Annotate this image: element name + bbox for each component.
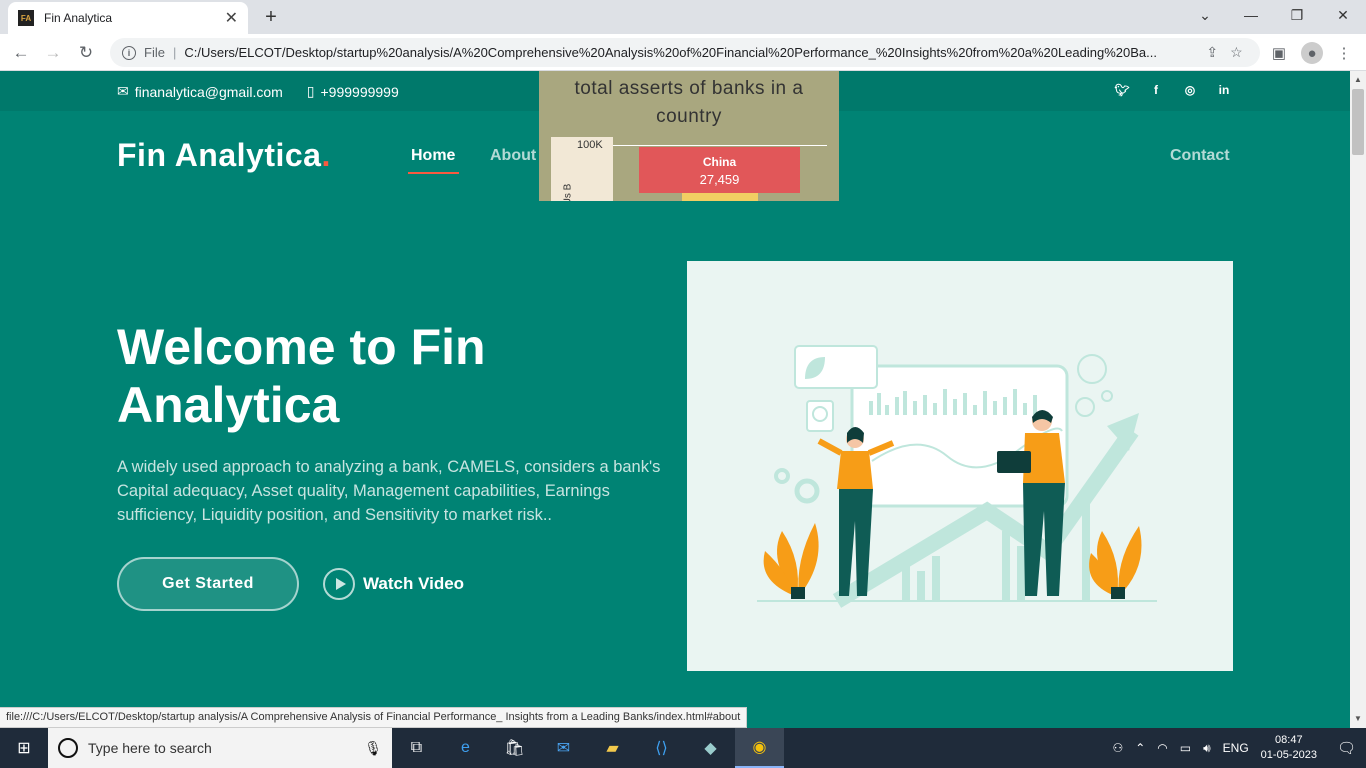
battery-icon[interactable]: ▭ xyxy=(1180,741,1191,755)
people-icon[interactable]: ⚇ xyxy=(1112,741,1123,755)
file-explorer-icon[interactable]: ▰ xyxy=(588,728,637,768)
grid-line xyxy=(613,145,827,146)
windows-taskbar: ⊞ Type here to search 🎙︎ ⧉ e 🛍︎ ✉ ▰ ⟨⟩ ◆… xyxy=(0,728,1366,768)
share-icon[interactable]: ⇪ xyxy=(1206,44,1218,61)
info-icon[interactable]: i xyxy=(122,45,136,60)
link-status-bar: file:///C:/Users/ELCOT/Desktop/startup a… xyxy=(0,707,748,728)
watch-video-label: Watch Video xyxy=(363,574,465,593)
url-text[interactable]: C:/Users/ELCOT/Desktop/startup%20analysi… xyxy=(184,45,1194,60)
side-panel-icon[interactable]: ▣ xyxy=(1268,42,1290,64)
play-icon xyxy=(323,568,355,600)
nav-about-link[interactable]: About xyxy=(490,147,536,165)
clock-time: 08:47 xyxy=(1275,734,1303,746)
profile-avatar[interactable]: ● xyxy=(1301,42,1323,64)
windows-start-icon[interactable]: ⊞ xyxy=(0,728,48,768)
app-icon[interactable]: ◆ xyxy=(686,728,735,768)
y-tick-label: 100K xyxy=(577,139,603,151)
envelope-icon: ✉ xyxy=(117,83,129,99)
favicon-icon: FA xyxy=(18,10,34,26)
mail-icon[interactable]: ✉ xyxy=(539,728,588,768)
watch-video-button[interactable]: Watch Video xyxy=(323,568,464,600)
new-tab-button[interactable]: + xyxy=(258,4,284,30)
reload-icon[interactable]: ↻ xyxy=(73,40,99,66)
clock-date: 01-05-2023 xyxy=(1260,749,1317,761)
twitter-icon[interactable]: 🐦︎ xyxy=(1114,83,1129,97)
site-logo[interactable]: Fin Analytica. xyxy=(117,137,331,174)
facebook-icon[interactable]: f xyxy=(1149,83,1163,97)
phone-icon: ▯ xyxy=(306,83,315,99)
browser-tab[interactable]: FA Fin Analytica ✕ xyxy=(8,2,248,34)
clock[interactable]: 08:47 01-05-2023 xyxy=(1261,733,1317,763)
chart-popup[interactable]: total asserts of banks in a country 100K… xyxy=(539,71,839,201)
search-icon xyxy=(58,738,78,758)
chart-bar-china[interactable]: China 27,459 xyxy=(639,147,800,193)
address-bar[interactable]: i File | C:/Users/ELCOT/Desktop/startup%… xyxy=(110,38,1260,67)
volume-icon[interactable]: 🔊︎ xyxy=(1203,741,1211,756)
email-text: finanalytica@gmail.com xyxy=(134,83,283,100)
hero-illustration xyxy=(687,261,1233,671)
microphone-icon[interactable]: 🎙︎ xyxy=(364,740,382,757)
analytics-illustration xyxy=(757,345,1157,608)
scroll-down-icon[interactable]: ▼ xyxy=(1354,714,1362,723)
forward-icon[interactable]: → xyxy=(40,40,66,66)
email-contact[interactable]: ✉ finanalytica@gmail.com xyxy=(117,83,283,100)
scrollbar-thumb[interactable] xyxy=(1352,89,1364,155)
phone-contact: ▯ +999999999 xyxy=(307,83,399,100)
page-scrollbar[interactable]: ▲ ▼ xyxy=(1350,71,1366,728)
task-view-icon[interactable]: ⧉ xyxy=(392,728,441,768)
system-tray: ⚇ ⌃ ◠ ▭ 🔊︎ ENG 08:47 01-05-2023 🗨︎ xyxy=(1112,733,1366,763)
back-icon[interactable]: ← xyxy=(8,40,34,66)
chart-title: total asserts of banks in a country xyxy=(574,78,804,127)
browser-toolbar: ← → ↻ i File | C:/Users/ELCOT/Desktop/st… xyxy=(0,34,1366,71)
tab-search-icon[interactable]: ⌄ xyxy=(1182,0,1228,30)
wifi-icon[interactable]: ◠ xyxy=(1157,741,1167,755)
vscode-icon[interactable]: ⟨⟩ xyxy=(637,728,686,768)
chevron-up-icon[interactable]: ⌃ xyxy=(1135,741,1145,755)
chart-bar-partial xyxy=(682,193,758,201)
menu-dots-icon[interactable]: ⋮ xyxy=(1333,42,1355,64)
get-started-button[interactable]: Get Started xyxy=(117,557,299,611)
y-axis-label: Us B xyxy=(562,183,574,201)
restore-button[interactable]: ❐ xyxy=(1274,0,1320,30)
edge-icon[interactable]: e xyxy=(441,728,490,768)
store-icon[interactable]: 🛍︎ xyxy=(490,728,539,768)
nav-active-underline xyxy=(408,172,459,174)
close-tab-icon[interactable]: ✕ xyxy=(225,8,238,28)
scroll-up-icon[interactable]: ▲ xyxy=(1354,75,1362,84)
tab-title: Fin Analytica xyxy=(44,11,113,25)
minimize-button[interactable]: — xyxy=(1228,0,1274,30)
chrome-icon[interactable]: ◉ xyxy=(735,728,784,768)
nav-home-link[interactable]: Home xyxy=(411,147,455,165)
bookmark-star-icon[interactable]: ☆ xyxy=(1230,44,1243,61)
phone-text: +999999999 xyxy=(320,83,399,100)
linkedin-icon[interactable]: in xyxy=(1217,83,1231,97)
bar-category-label: China xyxy=(702,155,737,169)
file-label: File xyxy=(144,45,165,60)
instagram-icon[interactable]: ◎ xyxy=(1183,83,1197,97)
hero-description: A widely used approach to analyzing a ba… xyxy=(117,458,661,524)
notification-icon[interactable]: 🗨︎ xyxy=(1337,739,1356,757)
close-window-button[interactable]: ✕ xyxy=(1320,0,1366,30)
divider: | xyxy=(172,45,177,60)
search-placeholder: Type here to search xyxy=(88,740,212,756)
bar-value-label: 27,459 xyxy=(699,172,740,187)
language-indicator[interactable]: ENG xyxy=(1223,741,1249,755)
taskbar-search[interactable]: Type here to search 🎙︎ xyxy=(48,728,392,768)
nav-contact-link[interactable]: Contact xyxy=(1170,147,1230,165)
browser-tabstrip: FA Fin Analytica ✕ + ⌄ — ❐ ✕ xyxy=(0,0,1366,34)
hero-title: Welcome to Fin Analytica xyxy=(117,319,486,433)
